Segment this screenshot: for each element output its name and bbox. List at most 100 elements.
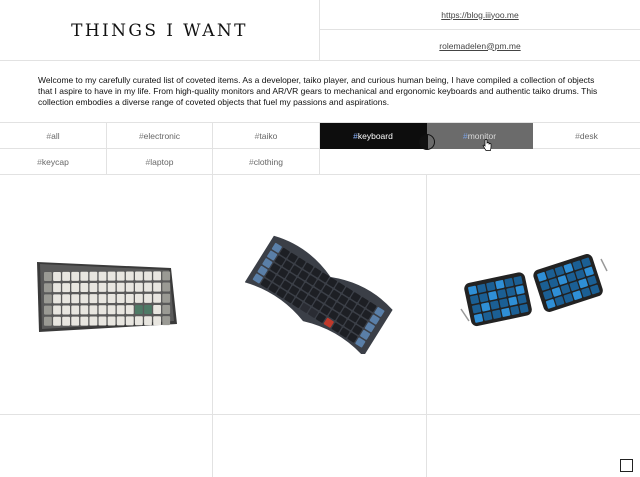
keycap	[153, 271, 161, 281]
keycap	[153, 305, 161, 314]
keycap	[478, 293, 488, 303]
theme-toggle-icon[interactable]	[419, 134, 435, 150]
keycap	[89, 282, 98, 292]
keycap	[487, 291, 497, 301]
keycap	[505, 287, 516, 297]
keycap	[494, 279, 504, 290]
keycap	[507, 296, 518, 306]
keycap	[135, 316, 143, 326]
keycap	[516, 294, 527, 304]
tag-label: taiko	[259, 130, 278, 141]
keycap	[98, 294, 107, 304]
keycap	[515, 285, 525, 295]
keycap	[62, 271, 70, 281]
keycap	[98, 271, 107, 281]
keycap	[471, 304, 481, 314]
tag-label: laptop	[150, 156, 174, 167]
keycap	[469, 295, 479, 305]
tag-taiko[interactable]: # taiko	[213, 123, 320, 149]
keycap	[480, 302, 490, 312]
product-card-empty[interactable]	[427, 415, 640, 477]
keycap	[162, 293, 171, 303]
keycap	[144, 305, 152, 315]
keycap	[62, 316, 70, 326]
keycap	[107, 271, 116, 281]
keycap	[89, 271, 98, 281]
keycap	[485, 281, 495, 291]
keycap	[162, 271, 171, 281]
keycap	[107, 305, 116, 315]
keycap	[509, 305, 519, 315]
keycap	[135, 282, 143, 292]
keycap	[107, 316, 116, 326]
keycap	[496, 289, 506, 299]
keycap	[489, 300, 499, 310]
scroll-top-button[interactable]	[620, 459, 633, 472]
blog-link-cell: https://blog.iiiyoo.me	[320, 0, 640, 30]
keycap	[44, 283, 52, 293]
product-grid	[0, 174, 640, 477]
keycap	[71, 283, 80, 293]
product-card[interactable]	[0, 174, 213, 415]
tag-label: keyboard	[357, 130, 393, 141]
alice-keyboard-image	[244, 235, 393, 354]
keycap	[518, 303, 529, 314]
keycap	[125, 305, 134, 315]
blog-link[interactable]: https://blog.iiiyoo.me	[441, 10, 518, 20]
site-header: THINGS I WANT https://blog.iiiyoo.me rol…	[0, 0, 640, 61]
keycap	[71, 271, 80, 281]
keycap	[44, 294, 52, 304]
hand-cursor-icon	[482, 139, 492, 151]
keycap	[80, 305, 89, 315]
keycap	[125, 316, 134, 326]
keycap	[80, 271, 89, 281]
keycap	[89, 294, 98, 304]
keycap	[153, 316, 161, 326]
tag-monitor[interactable]: # monitor	[427, 123, 533, 149]
keycap	[500, 307, 510, 317]
product-card-empty[interactable]	[0, 415, 213, 477]
title-cell: THINGS I WANT	[0, 0, 320, 61]
keycap	[71, 305, 80, 315]
product-card[interactable]	[213, 174, 427, 415]
keycap	[144, 293, 152, 303]
product-card-empty[interactable]	[213, 415, 427, 477]
keycap	[116, 305, 125, 315]
tag-electronic[interactable]: # electronic	[107, 123, 213, 149]
intro-text: Welcome to my carefully curated list of …	[38, 75, 598, 108]
tag-label: electronic	[143, 130, 181, 141]
tag-keyboard[interactable]: # keyboard	[320, 123, 427, 149]
tag-label: keycap	[41, 156, 69, 167]
tag-label: all	[51, 130, 60, 141]
keycap	[153, 282, 161, 292]
keycap	[80, 316, 89, 326]
tag-keycap[interactable]: # keycap	[0, 149, 107, 175]
keycap	[498, 298, 508, 308]
keycap	[513, 276, 523, 286]
keycap	[144, 271, 152, 281]
tag-clothing[interactable]: # clothing	[213, 149, 320, 175]
keycap	[135, 305, 143, 315]
keycap	[89, 316, 98, 326]
keycap	[71, 294, 80, 304]
keycap	[116, 282, 125, 292]
keycap	[62, 305, 70, 315]
tag-laptop[interactable]: # laptop	[107, 149, 213, 175]
keycap	[116, 316, 125, 326]
keycap	[476, 283, 486, 293]
keycap	[125, 271, 134, 281]
split-keyboard-image	[459, 254, 608, 327]
keycap	[89, 305, 98, 315]
keycap	[44, 305, 52, 315]
keycap	[98, 282, 107, 292]
email-link[interactable]: rolemadelen@pm.me	[439, 41, 520, 51]
keycap	[116, 271, 125, 281]
tag-desk[interactable]: # desk	[533, 123, 640, 149]
keycap	[107, 282, 116, 292]
compact-keyboard-image	[37, 262, 177, 332]
keycap	[467, 285, 477, 295]
product-card[interactable]	[427, 174, 640, 415]
tag-all[interactable]: # all	[0, 123, 107, 149]
keycap	[80, 283, 89, 292]
keycap	[125, 282, 134, 292]
